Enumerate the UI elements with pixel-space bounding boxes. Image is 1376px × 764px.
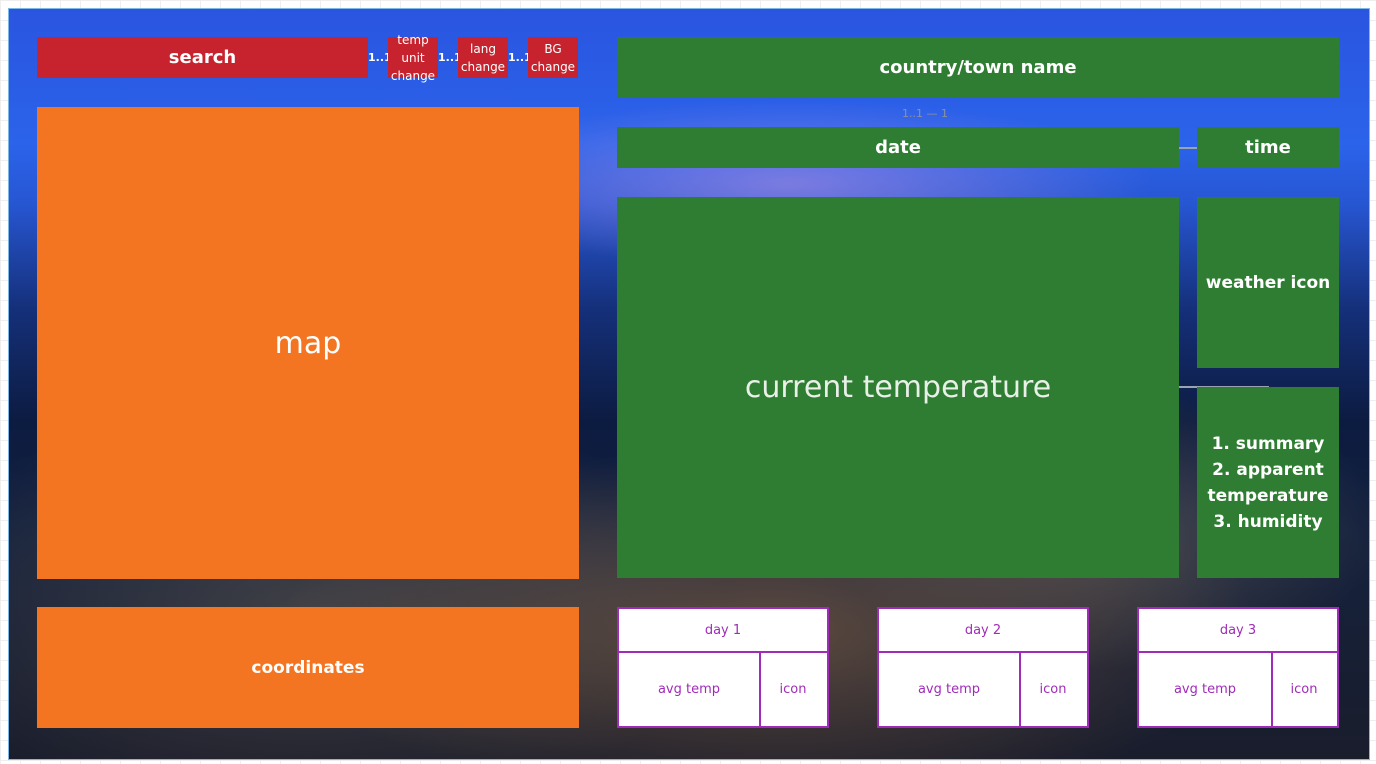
details-item-apparent-temperature: 2. apparent temperature bbox=[1207, 459, 1329, 506]
details-item-humidity: 3. humidity bbox=[1213, 511, 1323, 532]
forecast-day-card: day 1 avg temp icon bbox=[617, 607, 829, 728]
bg-change-label: BG change bbox=[530, 41, 576, 74]
connector-line bbox=[1179, 147, 1197, 149]
forecast-day-label: day 3 bbox=[1139, 609, 1337, 653]
map-box[interactable]: map bbox=[37, 107, 579, 579]
date-box: date bbox=[617, 127, 1179, 168]
forecast-icon: icon bbox=[779, 682, 807, 697]
forecast-day-label: day 1 bbox=[619, 609, 827, 653]
coordinates-box: coordinates bbox=[37, 607, 579, 728]
forecast-avg-temp: avg temp bbox=[619, 653, 761, 726]
details-item-summary: 1. summary bbox=[1211, 433, 1325, 454]
forecast-icon: icon bbox=[1039, 682, 1067, 697]
location-name-box: country/town name bbox=[617, 37, 1339, 98]
current-temperature-box: current temperature bbox=[617, 197, 1179, 578]
lang-change-box[interactable]: lang change bbox=[458, 37, 508, 78]
weather-icon-box: weather icon bbox=[1197, 197, 1339, 368]
forecast-day-card: day 2 avg temp icon bbox=[877, 607, 1089, 728]
forecast-avg-temp: avg temp bbox=[1139, 653, 1273, 726]
bg-change-box[interactable]: BG change bbox=[528, 37, 578, 78]
forecast-day-card: day 3 avg temp icon bbox=[1137, 607, 1339, 728]
time-box: time bbox=[1197, 127, 1339, 168]
details-box: 1. summary 2. apparent temperature 3. hu… bbox=[1197, 387, 1339, 578]
connector-label: 1..1 — 1 bbox=[902, 107, 948, 120]
forecast-avg-temp: avg temp bbox=[879, 653, 1021, 726]
search-box[interactable]: search bbox=[37, 37, 368, 78]
temp-unit-change-label: temp unit change bbox=[390, 32, 436, 83]
forecast-day-label: day 2 bbox=[879, 609, 1087, 653]
temp-unit-change-box[interactable]: temp unit change bbox=[388, 33, 438, 83]
forecast-icon: icon bbox=[1290, 682, 1318, 697]
lang-change-label: lang change bbox=[460, 41, 506, 74]
